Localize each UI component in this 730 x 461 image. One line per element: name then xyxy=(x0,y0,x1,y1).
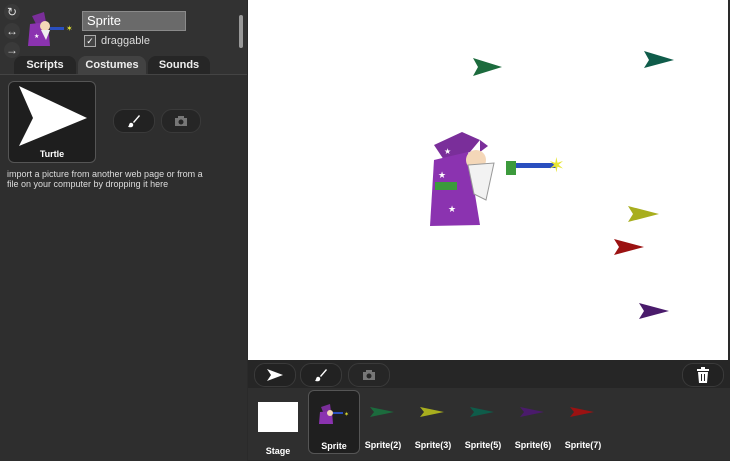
stage-item[interactable]: Stage xyxy=(252,388,304,460)
stage-label: Stage xyxy=(265,446,291,456)
costumes-panel: Turtle import a picture from another web… xyxy=(0,74,247,461)
wizard-sprite[interactable]: ✶ ★ ★ ★ xyxy=(430,132,565,226)
sprite-label: Sprite(2) xyxy=(364,440,402,450)
arrow-thumbnail xyxy=(420,407,444,417)
import-hint-text: import a picture from another web page o… xyxy=(7,169,203,189)
delete-sprite-button[interactable] xyxy=(682,363,724,387)
sprite-5-arrow[interactable] xyxy=(644,51,674,68)
paint-new-sprite-button[interactable] xyxy=(300,363,342,387)
svg-text:✶: ✶ xyxy=(548,155,565,177)
svg-text:★: ★ xyxy=(34,33,39,40)
sprite-2-arrow[interactable] xyxy=(473,58,502,76)
svg-text:★: ★ xyxy=(448,204,456,214)
arrow-thumbnail xyxy=(470,407,494,417)
draggable-checkbox[interactable]: ✓ xyxy=(84,35,96,48)
sprite-7-arrow[interactable] xyxy=(614,239,644,255)
stage-canvas[interactable]: ✶ ★ ★ ★ xyxy=(248,0,728,360)
corral-sprite-item[interactable]: ✶ Sprite xyxy=(308,390,360,454)
sprite-thumbnail: ✶ ★ xyxy=(28,12,72,46)
svg-text:★: ★ xyxy=(438,170,446,180)
sprite-3-arrow[interactable] xyxy=(628,206,659,222)
camera-icon xyxy=(175,116,187,126)
rotate-free-icon[interactable]: ↻ xyxy=(4,4,20,20)
sprite-label: Sprite(3) xyxy=(414,440,452,450)
sprite-label: Sprite(5) xyxy=(464,440,502,450)
sprite-6-arrow[interactable] xyxy=(639,303,669,319)
rotation-style-buttons: ↻ ↔ → xyxy=(4,4,22,61)
arrow-thumbnail xyxy=(570,407,594,417)
rotate-left-right-icon[interactable]: ↔ xyxy=(4,23,20,39)
draggable-option[interactable]: ✓ draggable xyxy=(84,35,150,48)
sprite-name-field[interactable]: Sprite xyxy=(82,11,186,31)
paintbrush-icon xyxy=(315,369,327,382)
corral-sprite-item[interactable]: Sprite(2) xyxy=(358,390,408,452)
costume-item[interactable]: Turtle xyxy=(8,81,96,163)
sprite-editor-panel: ↻ ↔ → ✶ ★ Sprite ✓ draggable Scripts Cost… xyxy=(0,0,247,461)
arrow-thumbnail xyxy=(370,407,394,417)
camera-costume-button[interactable] xyxy=(161,109,201,133)
svg-text:✶: ✶ xyxy=(344,411,349,418)
turtle-costume-icon xyxy=(19,86,87,146)
corral-sprite-item[interactable]: Sprite(3) xyxy=(408,390,458,452)
add-turtle-sprite-button[interactable] xyxy=(254,363,296,387)
paint-new-costume-button[interactable] xyxy=(113,109,155,133)
sprite-header: ↻ ↔ → ✶ ★ Sprite ✓ draggable Scripts Cost… xyxy=(0,0,247,74)
camera-icon xyxy=(363,370,375,380)
stage-thumbnail xyxy=(258,402,298,432)
corral-sprite-item[interactable]: Sprite(6) xyxy=(508,390,558,452)
sprite-label: Sprite(7) xyxy=(564,440,602,450)
paintbrush-icon xyxy=(128,115,140,128)
sprite-corral: Stage ✶ Sprite Sprite(2) Sprite(3) Sprit… xyxy=(248,388,730,460)
sprite-label: Sprite(6) xyxy=(514,440,552,450)
tab-sounds[interactable]: Sounds xyxy=(148,56,210,74)
tab-scripts[interactable]: Scripts xyxy=(14,56,76,74)
draggable-label: draggable xyxy=(101,35,150,47)
tab-costumes[interactable]: Costumes xyxy=(78,56,146,74)
svg-text:★: ★ xyxy=(444,147,451,156)
svg-text:✶: ✶ xyxy=(66,24,72,33)
corral-sprite-item[interactable]: Sprite(7) xyxy=(558,390,608,452)
camera-sprite-button[interactable] xyxy=(348,363,390,387)
sprite-label: Sprite xyxy=(321,441,347,451)
costume-label: Turtle xyxy=(39,149,65,159)
trash-icon xyxy=(697,367,709,383)
sprite-corral-toolbar xyxy=(248,360,730,388)
stage-drawing: ✶ ★ ★ ★ xyxy=(430,51,674,319)
editor-tabs: Scripts Costumes Sounds xyxy=(0,56,247,74)
wizard-thumbnail: ✶ xyxy=(319,404,349,424)
turtle-arrow-icon xyxy=(267,369,283,381)
header-scrollbar[interactable] xyxy=(239,15,243,48)
corral-sprite-item[interactable]: Sprite(5) xyxy=(458,390,508,452)
arrow-thumbnail xyxy=(520,407,544,417)
